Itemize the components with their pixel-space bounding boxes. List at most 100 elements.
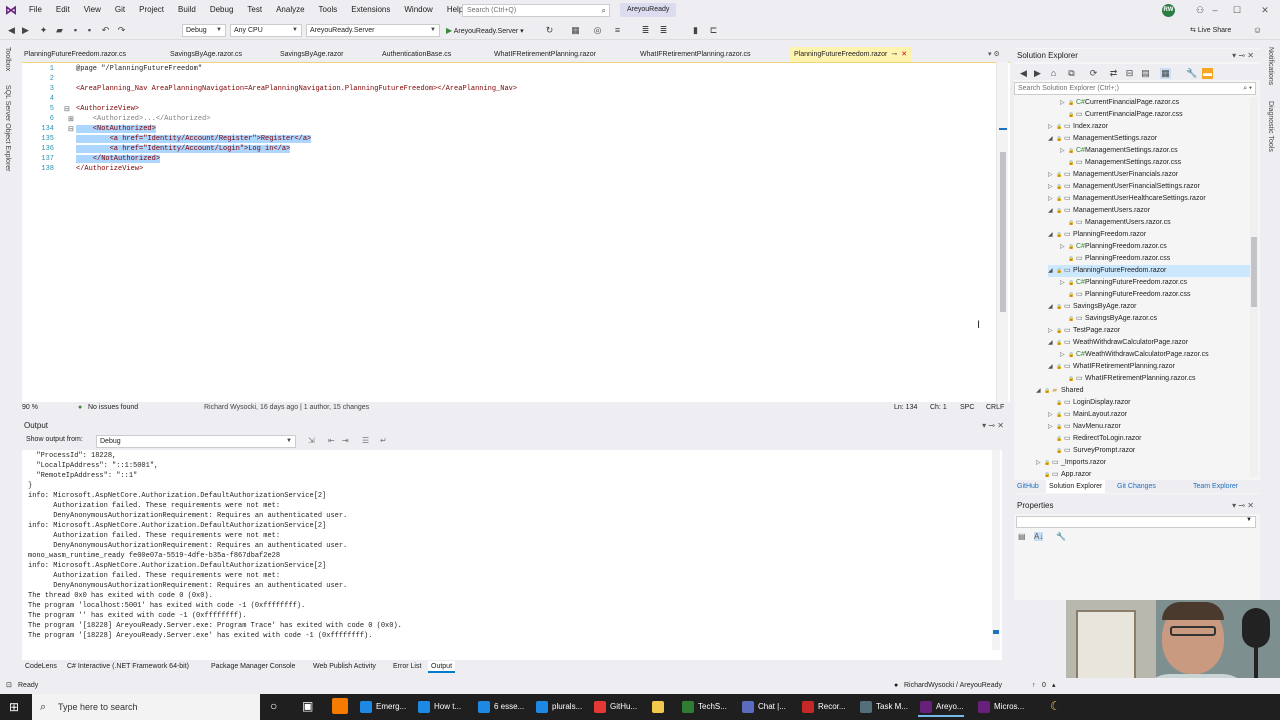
taskbar-app[interactable]: GitHu... — [592, 697, 637, 717]
tab-savings-by-age-razor[interactable]: SavingsByAge.razor — [276, 47, 347, 62]
collapsed-arrow-icon[interactable]: ▷ — [1048, 409, 1056, 421]
tab-web-publish-activity[interactable]: Web Publish Activity — [310, 661, 379, 673]
tree-item[interactable]: 🔒 ▭ ManagementUsers.razor.cs — [1060, 217, 1250, 229]
tab-solution-explorer[interactable]: Solution Explorer — [1046, 480, 1106, 493]
panel-controls-icon[interactable]: ▾ ⊸ ✕ — [982, 419, 1004, 432]
collapse-icon[interactable]: ⊟ — [64, 105, 70, 113]
redo-icon[interactable]: ↷ — [116, 25, 127, 36]
menu-analyze[interactable]: Analyze — [269, 0, 311, 20]
expanded-arrow-icon[interactable]: ◢ — [1048, 229, 1056, 241]
code-editor[interactable]: 1 2 3 4 5 6 134 135 136 137 138 ⊟ ⊞ ⊟ @p… — [22, 62, 1010, 403]
switch-views-icon[interactable]: ⧉ — [1066, 68, 1077, 79]
git-blame-info[interactable]: Richard Wysocki, 16 days ago | 1 author,… — [204, 402, 369, 413]
tree-item[interactable]: 🔒 ▭ PlanningFreedom.razor.css — [1060, 253, 1250, 265]
tree-item[interactable]: ◢ 🔒 ▭ WhatIFRetirementPlanning.razor — [1048, 361, 1250, 373]
tree-item[interactable]: ◢ 🔒 ▭ PlanningFutureFreedom.razor — [1048, 265, 1250, 277]
properties-icon[interactable]: 🔧 — [1186, 68, 1197, 79]
taskbar-app[interactable]: Task M... — [858, 697, 908, 717]
expanded-arrow-icon[interactable]: ◢ — [1048, 265, 1056, 277]
taskbar-app[interactable]: Emerg... — [358, 697, 406, 717]
diagnostic-tools-tab[interactable]: Diagnostic Tools — [1267, 101, 1274, 152]
output-source-dropdown[interactable]: Debug ▼ — [96, 435, 296, 448]
menu-tools[interactable]: Tools — [312, 0, 345, 20]
tab-authentication-base-cs[interactable]: AuthenticationBase.cs — [378, 47, 455, 62]
collapsed-arrow-icon[interactable]: ▷ — [1060, 241, 1068, 253]
panel-controls-icon[interactable]: ▾ ⊸ ✕ — [1232, 499, 1254, 512]
maximize-icon[interactable]: ☐ — [1222, 2, 1252, 18]
collapse-icon[interactable]: ⊟ — [68, 125, 74, 133]
tab-package-manager-console[interactable]: Package Manager Console — [208, 661, 298, 673]
tree-item[interactable]: 🔒 ▭ SavingsByAge.razor.cs — [1060, 313, 1250, 325]
collapsed-arrow-icon[interactable]: ▷ — [1060, 349, 1068, 361]
collapsed-arrow-icon[interactable]: ▷ — [1048, 421, 1056, 433]
tree-item[interactable]: ◢ 🔒 ▭ WeathWithdrawCalculatorPage.razor — [1048, 337, 1250, 349]
chevron-up-icon[interactable]: ▴ — [1052, 678, 1056, 694]
panel-controls-icon[interactable]: ▾ ⊸ ✕ — [1232, 49, 1254, 62]
next-message-icon[interactable]: ⇥ — [342, 436, 349, 445]
tree-item[interactable]: ▷ 🔒 ▭ ManagementUserFinancials.razor — [1048, 169, 1250, 181]
alphabetical-icon[interactable]: A↓ — [1034, 532, 1044, 541]
taskbar-app[interactable]: plurals... — [534, 697, 582, 717]
taskbar-app[interactable]: 6 esse... — [476, 697, 524, 717]
menu-window[interactable]: Window — [397, 0, 439, 20]
categorized-icon[interactable]: ▤ — [1018, 532, 1026, 541]
tab-whatif-retirement-planning-razor-cs[interactable]: WhatIFRetirementPlanning.razor.cs — [636, 47, 755, 62]
collapse-all-icon[interactable]: ⊟ — [1124, 68, 1135, 79]
tab-planning-future-freedom-razor[interactable]: PlanningFutureFreedom.razor ⊸ ✕ — [790, 47, 912, 62]
tree-item[interactable]: ▷ 🔒 ▭ ManagementUserFinancialSettings.razor — [1048, 181, 1250, 193]
weather-icon[interactable]: ☾ — [1050, 699, 1061, 713]
close-tab-icon[interactable]: ✕ — [901, 51, 907, 58]
whitespace-mode[interactable]: SPC — [960, 402, 974, 413]
collapsed-arrow-icon[interactable]: ▷ — [1048, 193, 1056, 205]
zoom-level[interactable]: 90 % — [22, 402, 38, 413]
tree-item[interactable]: ▷ 🔒 C#ManagementSettings.razor.cs — [1060, 145, 1250, 157]
scrollbar-thumb[interactable] — [1000, 152, 1006, 312]
platform-dropdown[interactable]: Any CPU ▼ — [230, 24, 302, 37]
bookmark-prev-icon[interactable]: ⊏ — [708, 25, 719, 36]
app-launcher-icon[interactable] — [332, 698, 348, 714]
taskbar-app[interactable]: Micros... — [976, 697, 1024, 717]
windows-start-icon[interactable]: ⊞ — [9, 700, 19, 714]
property-pages-icon[interactable]: 🔧 — [1056, 532, 1066, 541]
taskbar-app[interactable]: TechS... — [680, 697, 727, 717]
hot-reload-icon[interactable]: ◎ — [592, 25, 603, 36]
tab-github[interactable]: GitHub — [1014, 480, 1042, 493]
tab-whatif-retirement-planning-razor[interactable]: WhatIFRetirementPlanning.razor — [490, 47, 600, 62]
tab-output[interactable]: Output — [428, 661, 456, 673]
bookmark-icon[interactable]: ▮ — [690, 25, 701, 36]
branch-count[interactable]: 0 — [1042, 678, 1046, 694]
collapsed-arrow-icon[interactable]: ▷ — [1048, 121, 1056, 133]
clear-all-icon[interactable]: ☰ — [362, 436, 369, 445]
menu-git[interactable]: Git — [108, 0, 132, 20]
task-view-icon[interactable]: ▣ — [302, 699, 313, 713]
expand-icon[interactable]: ⊞ — [68, 115, 74, 123]
format-icon[interactable]: ≡ — [612, 25, 623, 36]
preview-icon[interactable]: ▦ — [1160, 68, 1171, 79]
toolbox-tab[interactable]: Toolbox — [4, 47, 11, 71]
avatar[interactable]: RW — [1162, 4, 1175, 17]
tree-item[interactable]: ▷ 🔒 ▭ ManagementUserHealthcareSettings.razo… — [1048, 193, 1250, 205]
refresh-icon[interactable]: ↻ — [544, 25, 555, 36]
menu-project[interactable]: Project — [132, 0, 171, 20]
word-wrap-icon[interactable]: ↵ — [380, 436, 387, 445]
open-icon[interactable]: ▰ — [54, 25, 65, 36]
tree-item[interactable]: ▷ 🔒 C#PlanningFutureFreedom.razor.cs — [1060, 277, 1250, 289]
expanded-arrow-icon[interactable]: ◢ — [1048, 361, 1056, 373]
collapsed-arrow-icon[interactable]: ▷ — [1048, 181, 1056, 193]
live-share-button[interactable]: ⇆ Live Share — [1190, 24, 1231, 37]
tab-savings-by-age-razor-cs[interactable]: SavingsByAge.razor.cs — [166, 47, 246, 62]
new-project-icon[interactable]: ✦ — [38, 25, 49, 36]
collapsed-arrow-icon[interactable]: ▷ — [1060, 277, 1068, 289]
tree-item[interactable]: ▷ 🔒 ▭ Index.razor — [1048, 121, 1250, 133]
tree-item[interactable]: ◢ 🔒 ▭ ManagementUsers.razor — [1048, 205, 1250, 217]
tree-item[interactable]: ▷ 🔒 C#CurrentFinancialPage.razor.cs — [1060, 97, 1250, 109]
output-text-area[interactable]: "ProcessId": 18228, "LocalIpAddress": ":… — [22, 450, 1002, 660]
back-icon[interactable]: ◀ — [6, 25, 17, 36]
taskbar-app[interactable] — [650, 697, 668, 717]
uncomment-icon[interactable]: ≣ — [658, 25, 669, 36]
properties-object-dropdown[interactable]: ▼ — [1016, 516, 1256, 528]
pin-icon[interactable]: ⊸ — [891, 51, 897, 58]
show-all-files-icon[interactable]: ▤ — [1140, 68, 1151, 79]
menu-debug[interactable]: Debug — [203, 0, 241, 20]
solution-search-input[interactable]: Search Solution Explorer (Ctrl+;) ⌕ ▾ — [1014, 82, 1256, 95]
